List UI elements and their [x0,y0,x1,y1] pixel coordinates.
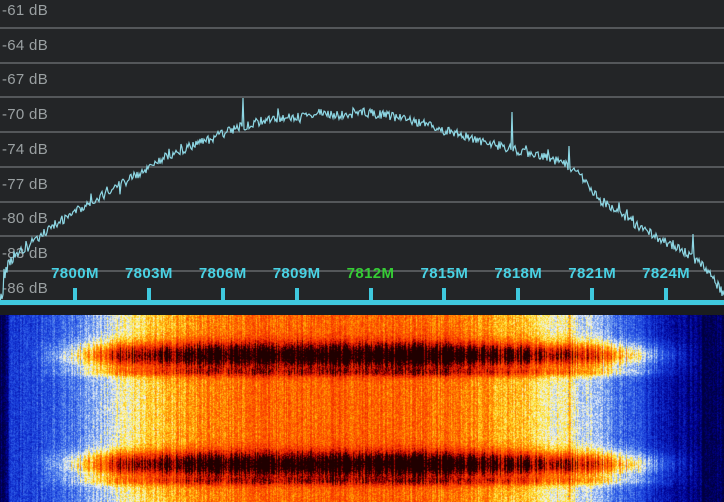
tick-mark [442,288,446,300]
tick-mark [73,288,77,300]
frequency-label[interactable]: 7824M [642,265,690,282]
frequency-label[interactable]: 7800M [51,265,99,282]
frequency-label[interactable]: 7809M [273,265,321,282]
tick-mark [516,288,520,300]
spectrum-trace [0,0,724,306]
waterfall-display[interactable] [0,315,724,502]
tick-mark [295,288,299,300]
tick-mark [664,288,668,300]
frequency-axis-baseline [0,300,724,305]
frequency-label[interactable]: 7806M [199,265,247,282]
tick-mark [221,288,225,300]
frequency-label[interactable]: 7818M [494,265,542,282]
spectrum-plot[interactable]: -61 dB-64 dB-67 dB-70 dB-74 dB-77 dB-80 … [0,0,724,306]
frequency-label[interactable]: 7803M [125,265,173,282]
tick-mark [369,288,373,300]
tick-mark [590,288,594,300]
frequency-label[interactable]: 7821M [568,265,616,282]
frequency-label[interactable]: 7815M [420,265,468,282]
tick-mark [147,288,151,300]
sdr-app-screen: -61 dB-64 dB-67 dB-70 dB-74 dB-77 dB-80 … [0,0,724,502]
center-frequency-label[interactable]: 7812M [347,265,395,282]
